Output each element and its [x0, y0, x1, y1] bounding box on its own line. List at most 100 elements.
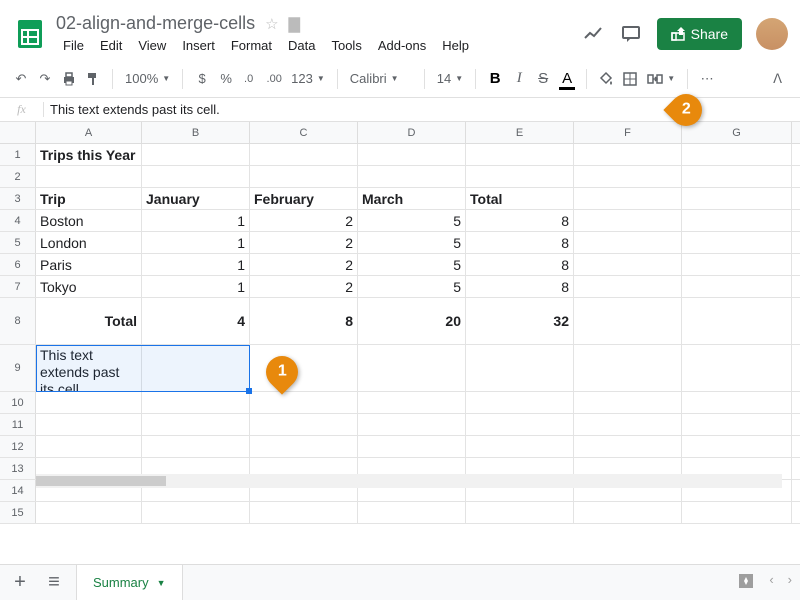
cell[interactable]: 8	[466, 232, 574, 253]
fill-color-icon[interactable]	[595, 67, 617, 91]
cell[interactable]: 32	[466, 298, 574, 344]
cell[interactable]: 1	[142, 232, 250, 253]
star-icon[interactable]: ☆	[265, 15, 278, 33]
col-header-G[interactable]: G	[682, 122, 792, 143]
row-header[interactable]: 6	[0, 254, 36, 275]
cell[interactable]	[466, 436, 574, 457]
cell[interactable]	[574, 166, 682, 187]
row-header[interactable]: 12	[0, 436, 36, 457]
cell[interactable]	[36, 414, 142, 435]
cell[interactable]	[142, 436, 250, 457]
row-header[interactable]: 4	[0, 210, 36, 231]
cell[interactable]	[250, 166, 358, 187]
cell[interactable]	[358, 502, 466, 523]
menu-view[interactable]: View	[131, 36, 173, 55]
cell[interactable]: 5	[358, 232, 466, 253]
more-icon[interactable]: ⋯	[696, 67, 718, 91]
cell[interactable]	[466, 166, 574, 187]
cell[interactable]: 20	[358, 298, 466, 344]
cell[interactable]: February	[250, 188, 358, 209]
cell[interactable]: This text extends past its cell.	[36, 345, 142, 391]
cell[interactable]	[682, 502, 792, 523]
cell[interactable]	[574, 502, 682, 523]
menu-data[interactable]: Data	[281, 36, 322, 55]
bold-button[interactable]: B	[484, 67, 506, 91]
text-color-button[interactable]: A	[556, 67, 578, 91]
cell[interactable]	[466, 502, 574, 523]
cell[interactable]	[466, 144, 574, 165]
menu-addons[interactable]: Add-ons	[371, 36, 433, 55]
cell[interactable]	[358, 392, 466, 413]
cell[interactable]: 4	[142, 298, 250, 344]
row-header[interactable]: 3	[0, 188, 36, 209]
cell[interactable]	[358, 345, 466, 391]
cell[interactable]	[358, 144, 466, 165]
cell[interactable]: London	[36, 232, 142, 253]
avatar[interactable]	[756, 18, 788, 50]
explore-icon[interactable]	[737, 572, 755, 593]
cell[interactable]	[682, 166, 792, 187]
cell[interactable]	[142, 414, 250, 435]
dec-decrease-icon[interactable]: .0	[239, 67, 261, 91]
row-header[interactable]: 9	[0, 345, 36, 391]
comment-icon[interactable]	[619, 22, 643, 46]
italic-button[interactable]: I	[508, 67, 530, 91]
share-button[interactable]: Share	[657, 18, 742, 50]
cell[interactable]	[682, 414, 792, 435]
row-header[interactable]: 13	[0, 458, 36, 479]
row-header[interactable]: 10	[0, 392, 36, 413]
horizontal-scrollbar[interactable]	[36, 474, 782, 488]
cell[interactable]	[250, 144, 358, 165]
cell[interactable]: 8	[466, 276, 574, 297]
cell[interactable]	[574, 276, 682, 297]
currency-icon[interactable]: $	[191, 67, 213, 91]
cell[interactable]	[466, 414, 574, 435]
cell[interactable]	[682, 298, 792, 344]
cell[interactable]: Boston	[36, 210, 142, 231]
cell[interactable]	[682, 232, 792, 253]
cell[interactable]: 5	[358, 276, 466, 297]
font-select[interactable]: Calibri▼	[346, 71, 416, 86]
print-icon[interactable]	[58, 67, 80, 91]
col-header-E[interactable]: E	[466, 122, 574, 143]
cell[interactable]	[682, 392, 792, 413]
cell[interactable]	[682, 276, 792, 297]
menu-edit[interactable]: Edit	[93, 36, 129, 55]
number-format-select[interactable]: 123▼	[287, 71, 329, 86]
cell[interactable]	[682, 188, 792, 209]
cell[interactable]	[682, 144, 792, 165]
row-header[interactable]: 5	[0, 232, 36, 253]
cell[interactable]	[574, 144, 682, 165]
menu-tools[interactable]: Tools	[324, 36, 368, 55]
borders-icon[interactable]	[619, 67, 641, 91]
cell[interactable]: 8	[250, 298, 358, 344]
cell[interactable]: Trips this Year	[36, 144, 142, 165]
add-sheet-button[interactable]: +	[8, 571, 32, 594]
zoom-select[interactable]: 100%▼	[121, 71, 174, 86]
cell[interactable]: 1	[142, 254, 250, 275]
cell[interactable]	[574, 414, 682, 435]
cell[interactable]: 2	[250, 210, 358, 231]
cell[interactable]	[36, 502, 142, 523]
cell[interactable]	[142, 502, 250, 523]
cell[interactable]	[142, 345, 250, 391]
dec-increase-icon[interactable]: .00	[263, 67, 285, 91]
row-header[interactable]: 15	[0, 502, 36, 523]
cell[interactable]	[466, 392, 574, 413]
cell[interactable]: 8	[466, 254, 574, 275]
col-header-B[interactable]: B	[142, 122, 250, 143]
cell[interactable]	[36, 392, 142, 413]
cell[interactable]: 5	[358, 254, 466, 275]
cell[interactable]: January	[142, 188, 250, 209]
col-header-F[interactable]: F	[574, 122, 682, 143]
row-header[interactable]: 1	[0, 144, 36, 165]
row-header[interactable]: 2	[0, 166, 36, 187]
cell[interactable]: Total	[36, 298, 142, 344]
cell[interactable]	[574, 345, 682, 391]
sheets-logo[interactable]	[12, 16, 48, 52]
cell[interactable]	[682, 210, 792, 231]
sheet-tab-summary[interactable]: Summary▼	[76, 564, 183, 600]
menu-format[interactable]: Format	[224, 36, 279, 55]
redo-icon[interactable]: ↷	[34, 67, 56, 91]
cell[interactable]: 2	[250, 276, 358, 297]
